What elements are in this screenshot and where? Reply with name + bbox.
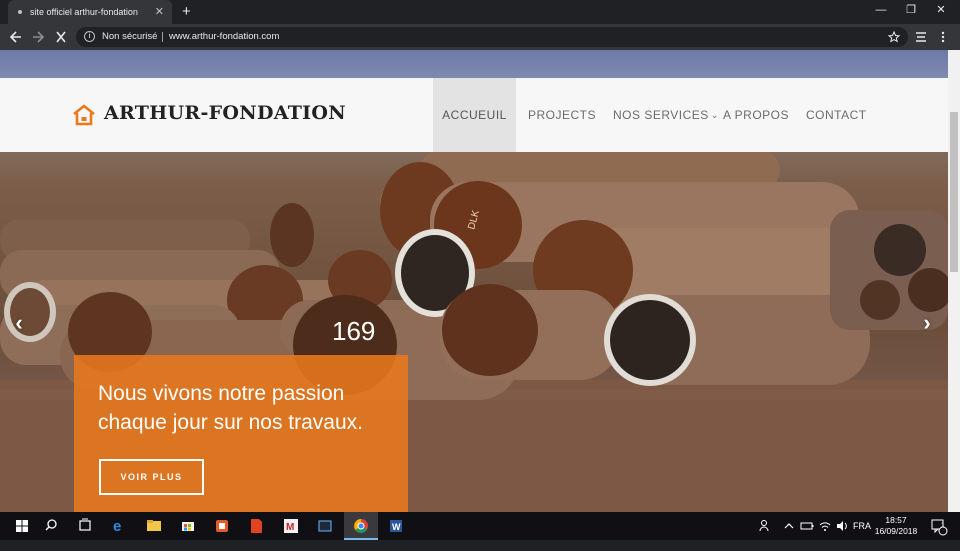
- close-tab-icon[interactable]: ✕: [155, 0, 164, 24]
- antivirus-icon[interactable]: M: [278, 512, 304, 540]
- svg-text:M: M: [286, 522, 294, 533]
- extension-icon[interactable]: [914, 24, 928, 50]
- site-header: ARTHUR-FONDATION ACCUEUIL PROJECTS NOS S…: [0, 78, 948, 152]
- nav-nos-services[interactable]: NOS SERVICES ⌄: [613, 78, 719, 152]
- forward-arrow-icon[interactable]: [31, 24, 45, 50]
- notification-center-icon[interactable]: 1: [930, 512, 948, 540]
- chrome-taskbar-icon[interactable]: [344, 512, 378, 540]
- page-scrollbar[interactable]: [948, 50, 960, 512]
- notification-count: 1: [941, 523, 945, 529]
- edge-browser-icon[interactable]: e: [108, 512, 132, 540]
- svg-text:W: W: [392, 522, 401, 532]
- back-arrow-icon[interactable]: [9, 24, 23, 50]
- hero-headline: Nous vivons notre passion chaque jour su…: [98, 382, 363, 434]
- clock-date: 16/09/2018: [874, 526, 918, 536]
- task-view-icon[interactable]: [74, 512, 96, 540]
- word-icon[interactable]: W: [384, 512, 408, 540]
- show-hidden-icons-icon[interactable]: [784, 512, 794, 540]
- windows-taskbar: e M W FRA 18:57 16/09/2018 1: [0, 512, 960, 540]
- page-viewport: 169 DLK ‹ › Nous vivons notre passion ch…: [0, 50, 948, 512]
- info-icon[interactable]: i: [84, 31, 95, 42]
- new-tab-button[interactable]: +: [182, 0, 191, 24]
- browser-toolbar: i Non sécurisé www.arthur-fondation.com: [0, 24, 960, 50]
- people-icon[interactable]: [758, 512, 770, 540]
- house-logo-icon[interactable]: [72, 104, 96, 126]
- address-bar[interactable]: i Non sécurisé www.arthur-fondation.com: [76, 27, 908, 47]
- file-explorer-icon[interactable]: [142, 512, 166, 540]
- address-separator: [162, 32, 163, 42]
- slider-next-arrow[interactable]: ›: [918, 310, 936, 336]
- volume-icon[interactable]: [836, 512, 848, 540]
- store-icon[interactable]: [176, 512, 200, 540]
- log-marking-number: 169: [332, 316, 375, 346]
- acrobat-icon[interactable]: [244, 512, 268, 540]
- nav-accueil[interactable]: ACCUEUIL: [433, 78, 516, 152]
- language-indicator[interactable]: FRA: [853, 512, 871, 540]
- office-app-icon[interactable]: [210, 512, 234, 540]
- chevron-down-icon: ⌄: [710, 110, 719, 120]
- tab-title: site officiel arthur-fondation: [30, 7, 138, 17]
- clock-time: 18:57: [885, 515, 907, 525]
- wifi-icon[interactable]: [818, 512, 832, 540]
- stop-loading-icon[interactable]: [55, 24, 67, 50]
- windows-start-icon[interactable]: [8, 512, 36, 540]
- browser-tab-strip: site officiel arthur-fondation ✕ + — ❐ ✕: [0, 0, 960, 24]
- system-clock[interactable]: 18:57 16/09/2018: [872, 515, 920, 537]
- hero-caption-box: Nous vivons notre passion chaque jour su…: [74, 355, 408, 512]
- url-text[interactable]: www.arthur-fondation.com: [169, 27, 279, 47]
- bookmark-star-icon[interactable]: [887, 24, 901, 50]
- slider-prev-arrow[interactable]: ‹: [10, 310, 28, 336]
- chrome-menu-icon[interactable]: [940, 24, 946, 50]
- loading-icon: [18, 10, 22, 14]
- nav-a-propos[interactable]: A PROPOS: [723, 78, 789, 152]
- search-icon[interactable]: [40, 512, 62, 540]
- close-window-button[interactable]: ✕: [928, 0, 954, 22]
- site-brand[interactable]: ARTHUR-FONDATION: [104, 102, 346, 124]
- security-label[interactable]: Non sécurisé: [102, 27, 157, 47]
- app-window-icon[interactable]: [312, 512, 338, 540]
- minimize-button[interactable]: —: [868, 0, 894, 22]
- nav-projects[interactable]: PROJECTS: [528, 78, 596, 152]
- svg-text:e: e: [113, 518, 121, 535]
- nav-contact[interactable]: CONTACT: [806, 78, 867, 152]
- battery-icon[interactable]: [800, 512, 814, 540]
- voir-plus-button[interactable]: VOIR PLUS: [99, 459, 204, 495]
- restore-button[interactable]: ❐: [898, 0, 924, 22]
- nav-nos-services-label: NOS SERVICES: [613, 108, 709, 122]
- browser-tab[interactable]: site officiel arthur-fondation ✕: [8, 0, 172, 24]
- scrollbar-thumb[interactable]: [950, 112, 958, 272]
